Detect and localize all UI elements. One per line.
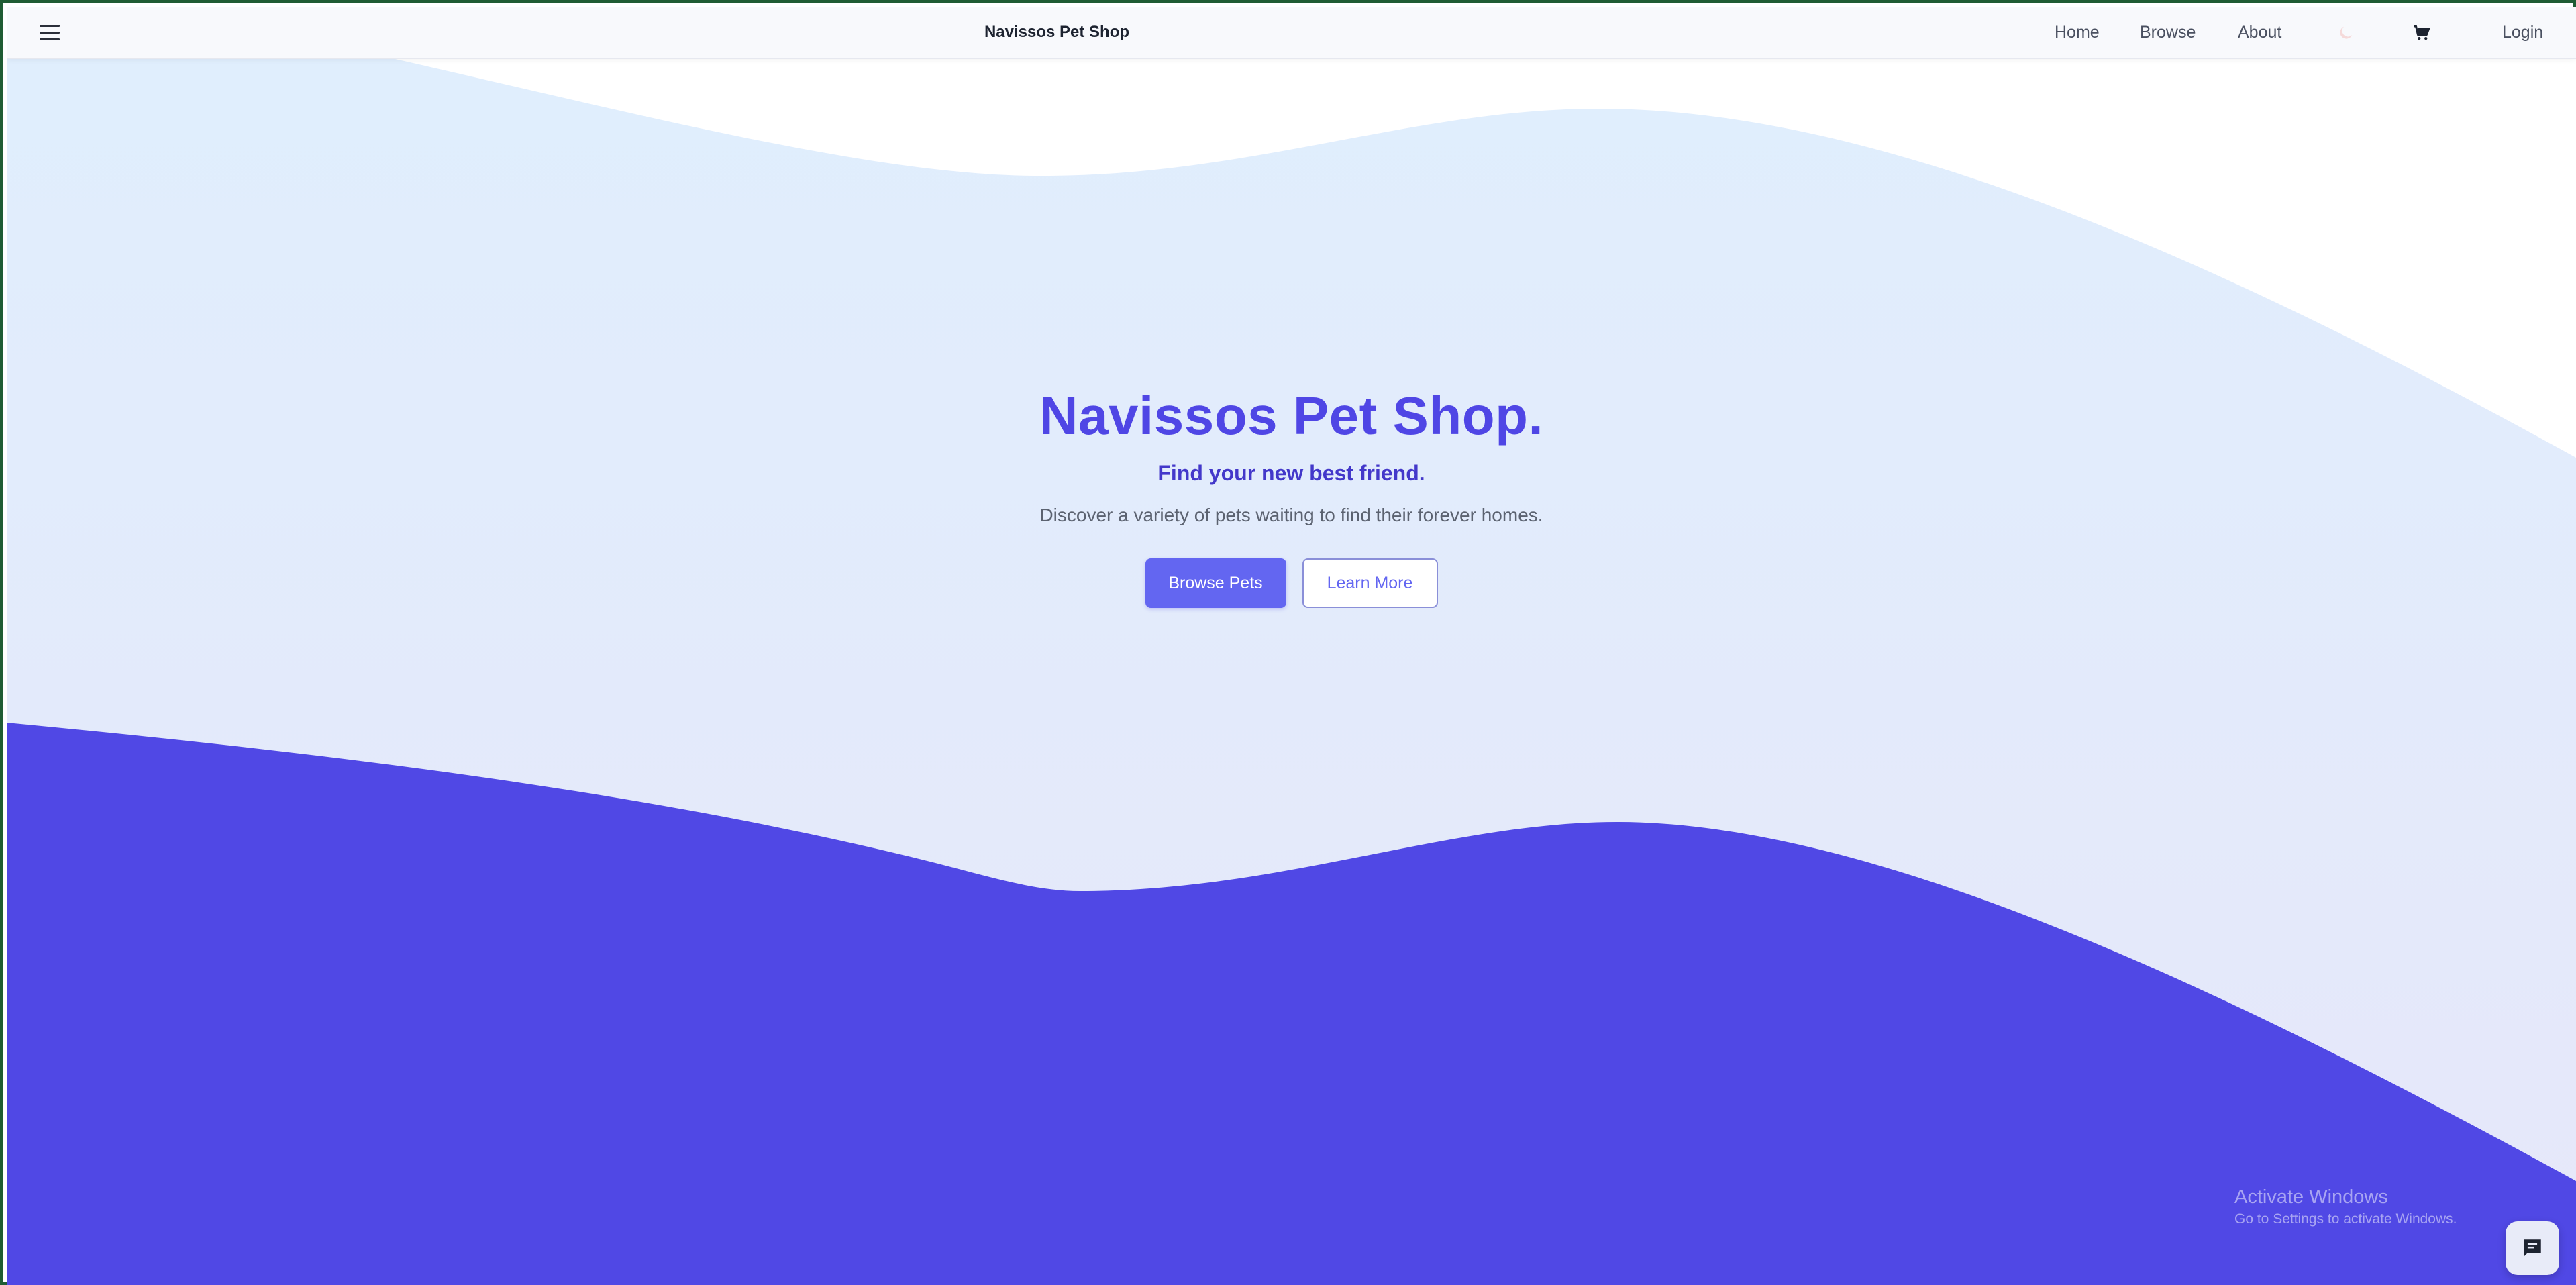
hero-background-waves	[7, 58, 2576, 1285]
nav-links: Home Browse About Login	[7, 21, 2576, 43]
hero-buttons: Browse Pets Learn More	[7, 558, 2576, 608]
hero-title: Navissos Pet Shop.	[1039, 386, 1544, 446]
watermark-subtitle: Go to Settings to activate Windows.	[2234, 1211, 2457, 1227]
watermark-title: Activate Windows	[2234, 1186, 2388, 1208]
nav-link-about[interactable]: About	[2238, 21, 2281, 43]
shopping-cart-icon[interactable]	[2412, 23, 2432, 43]
hero-subtitle: Find your new best friend.	[1157, 461, 1425, 485]
top-navbar: Navissos Pet Shop Home Browse About Logi…	[7, 7, 2576, 59]
moon-icon[interactable]	[2336, 23, 2355, 42]
login-link[interactable]: Login	[2502, 21, 2543, 43]
nav-link-home[interactable]: Home	[2055, 21, 2100, 43]
learn-more-button[interactable]: Learn More	[1302, 558, 1438, 608]
hero-section: Navissos Pet Shop. Find your new best fr…	[7, 382, 2576, 608]
page: Navissos Pet Shop Home Browse About Logi…	[7, 7, 2576, 1285]
browse-pets-button[interactable]: Browse Pets	[1145, 558, 1286, 608]
hero-description: Discover a variety of pets waiting to fi…	[1039, 505, 1543, 525]
chat-bubble-icon	[2524, 1239, 2541, 1257]
chat-button[interactable]	[2506, 1221, 2559, 1275]
windows-activation-watermark: Activate Windows Go to Settings to activ…	[2234, 1184, 2457, 1229]
nav-link-browse[interactable]: Browse	[2140, 21, 2196, 43]
